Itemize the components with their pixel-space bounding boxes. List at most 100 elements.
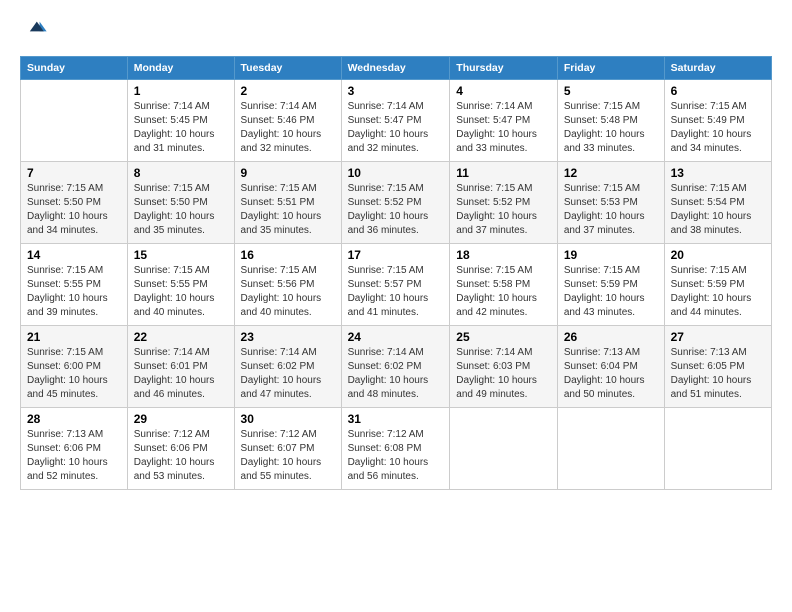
day-number: 18: [456, 248, 551, 262]
day-info: Sunrise: 7:14 AMSunset: 5:46 PMDaylight:…: [241, 100, 335, 156]
day-number: 29: [134, 412, 228, 426]
day-cell: 13 Sunrise: 7:15 AMSunset: 5:54 PMDaylig…: [664, 162, 771, 244]
day-cell: 7 Sunrise: 7:15 AMSunset: 5:50 PMDayligh…: [21, 162, 128, 244]
day-cell: 20 Sunrise: 7:15 AMSunset: 5:59 PMDaylig…: [664, 244, 771, 326]
day-info: Sunrise: 7:15 AMSunset: 5:56 PMDaylight:…: [241, 264, 335, 320]
day-cell: 22 Sunrise: 7:14 AMSunset: 6:01 PMDaylig…: [127, 326, 234, 408]
day-number: 16: [241, 248, 335, 262]
day-info: Sunrise: 7:15 AMSunset: 5:50 PMDaylight:…: [134, 182, 228, 238]
day-cell: [450, 408, 558, 490]
header-saturday: Saturday: [664, 57, 771, 80]
day-cell: 3 Sunrise: 7:14 AMSunset: 5:47 PMDayligh…: [341, 80, 450, 162]
day-cell: 12 Sunrise: 7:15 AMSunset: 5:53 PMDaylig…: [557, 162, 664, 244]
day-info: Sunrise: 7:14 AMSunset: 5:45 PMDaylight:…: [134, 100, 228, 156]
day-number: 31: [348, 412, 444, 426]
day-number: 28: [27, 412, 121, 426]
main-container: SundayMondayTuesdayWednesdayThursdayFrid…: [0, 0, 792, 502]
day-info: Sunrise: 7:15 AMSunset: 5:59 PMDaylight:…: [671, 264, 765, 320]
day-cell: 27 Sunrise: 7:13 AMSunset: 6:05 PMDaylig…: [664, 326, 771, 408]
day-number: 30: [241, 412, 335, 426]
day-cell: 25 Sunrise: 7:14 AMSunset: 6:03 PMDaylig…: [450, 326, 558, 408]
header-tuesday: Tuesday: [234, 57, 341, 80]
day-cell: 4 Sunrise: 7:14 AMSunset: 5:47 PMDayligh…: [450, 80, 558, 162]
header-row: SundayMondayTuesdayWednesdayThursdayFrid…: [21, 57, 772, 80]
header: [20, 16, 772, 44]
week-row-4: 21 Sunrise: 7:15 AMSunset: 6:00 PMDaylig…: [21, 326, 772, 408]
day-cell: 6 Sunrise: 7:15 AMSunset: 5:49 PMDayligh…: [664, 80, 771, 162]
day-info: Sunrise: 7:12 AMSunset: 6:08 PMDaylight:…: [348, 428, 444, 484]
day-number: 11: [456, 166, 551, 180]
day-number: 27: [671, 330, 765, 344]
day-number: 3: [348, 84, 444, 98]
day-info: Sunrise: 7:13 AMSunset: 6:06 PMDaylight:…: [27, 428, 121, 484]
header-monday: Monday: [127, 57, 234, 80]
day-cell: 5 Sunrise: 7:15 AMSunset: 5:48 PMDayligh…: [557, 80, 664, 162]
day-number: 25: [456, 330, 551, 344]
day-info: Sunrise: 7:14 AMSunset: 6:03 PMDaylight:…: [456, 346, 551, 402]
day-cell: 21 Sunrise: 7:15 AMSunset: 6:00 PMDaylig…: [21, 326, 128, 408]
day-cell: 24 Sunrise: 7:14 AMSunset: 6:02 PMDaylig…: [341, 326, 450, 408]
week-row-5: 28 Sunrise: 7:13 AMSunset: 6:06 PMDaylig…: [21, 408, 772, 490]
logo: [20, 16, 52, 44]
day-info: Sunrise: 7:14 AMSunset: 5:47 PMDaylight:…: [348, 100, 444, 156]
day-info: Sunrise: 7:15 AMSunset: 5:53 PMDaylight:…: [564, 182, 658, 238]
day-number: 6: [671, 84, 765, 98]
day-number: 22: [134, 330, 228, 344]
day-number: 24: [348, 330, 444, 344]
day-number: 12: [564, 166, 658, 180]
day-cell: 1 Sunrise: 7:14 AMSunset: 5:45 PMDayligh…: [127, 80, 234, 162]
day-number: 14: [27, 248, 121, 262]
day-info: Sunrise: 7:12 AMSunset: 6:06 PMDaylight:…: [134, 428, 228, 484]
day-number: 2: [241, 84, 335, 98]
day-info: Sunrise: 7:14 AMSunset: 6:02 PMDaylight:…: [241, 346, 335, 402]
day-number: 7: [27, 166, 121, 180]
day-cell: 2 Sunrise: 7:14 AMSunset: 5:46 PMDayligh…: [234, 80, 341, 162]
day-info: Sunrise: 7:15 AMSunset: 5:50 PMDaylight:…: [27, 182, 121, 238]
day-cell: 14 Sunrise: 7:15 AMSunset: 5:55 PMDaylig…: [21, 244, 128, 326]
logo-icon: [20, 16, 48, 44]
day-info: Sunrise: 7:15 AMSunset: 5:48 PMDaylight:…: [564, 100, 658, 156]
day-number: 19: [564, 248, 658, 262]
calendar-table: SundayMondayTuesdayWednesdayThursdayFrid…: [20, 56, 772, 490]
day-info: Sunrise: 7:15 AMSunset: 5:52 PMDaylight:…: [348, 182, 444, 238]
day-cell: 8 Sunrise: 7:15 AMSunset: 5:50 PMDayligh…: [127, 162, 234, 244]
week-row-2: 7 Sunrise: 7:15 AMSunset: 5:50 PMDayligh…: [21, 162, 772, 244]
day-info: Sunrise: 7:14 AMSunset: 6:02 PMDaylight:…: [348, 346, 444, 402]
day-info: Sunrise: 7:14 AMSunset: 6:01 PMDaylight:…: [134, 346, 228, 402]
day-info: Sunrise: 7:13 AMSunset: 6:05 PMDaylight:…: [671, 346, 765, 402]
day-number: 23: [241, 330, 335, 344]
header-thursday: Thursday: [450, 57, 558, 80]
day-cell: 26 Sunrise: 7:13 AMSunset: 6:04 PMDaylig…: [557, 326, 664, 408]
day-number: 15: [134, 248, 228, 262]
day-info: Sunrise: 7:12 AMSunset: 6:07 PMDaylight:…: [241, 428, 335, 484]
day-info: Sunrise: 7:15 AMSunset: 5:51 PMDaylight:…: [241, 182, 335, 238]
day-info: Sunrise: 7:15 AMSunset: 5:54 PMDaylight:…: [671, 182, 765, 238]
day-info: Sunrise: 7:15 AMSunset: 5:58 PMDaylight:…: [456, 264, 551, 320]
day-number: 20: [671, 248, 765, 262]
day-cell: [664, 408, 771, 490]
day-cell: 23 Sunrise: 7:14 AMSunset: 6:02 PMDaylig…: [234, 326, 341, 408]
day-cell: 19 Sunrise: 7:15 AMSunset: 5:59 PMDaylig…: [557, 244, 664, 326]
day-number: 9: [241, 166, 335, 180]
day-cell: [21, 80, 128, 162]
day-cell: 18 Sunrise: 7:15 AMSunset: 5:58 PMDaylig…: [450, 244, 558, 326]
header-wednesday: Wednesday: [341, 57, 450, 80]
day-number: 5: [564, 84, 658, 98]
day-info: Sunrise: 7:15 AMSunset: 5:52 PMDaylight:…: [456, 182, 551, 238]
day-info: Sunrise: 7:13 AMSunset: 6:04 PMDaylight:…: [564, 346, 658, 402]
day-cell: 29 Sunrise: 7:12 AMSunset: 6:06 PMDaylig…: [127, 408, 234, 490]
day-number: 10: [348, 166, 444, 180]
day-cell: 17 Sunrise: 7:15 AMSunset: 5:57 PMDaylig…: [341, 244, 450, 326]
day-info: Sunrise: 7:15 AMSunset: 5:55 PMDaylight:…: [27, 264, 121, 320]
day-number: 13: [671, 166, 765, 180]
week-row-3: 14 Sunrise: 7:15 AMSunset: 5:55 PMDaylig…: [21, 244, 772, 326]
day-info: Sunrise: 7:15 AMSunset: 5:57 PMDaylight:…: [348, 264, 444, 320]
header-friday: Friday: [557, 57, 664, 80]
day-cell: 30 Sunrise: 7:12 AMSunset: 6:07 PMDaylig…: [234, 408, 341, 490]
day-cell: 9 Sunrise: 7:15 AMSunset: 5:51 PMDayligh…: [234, 162, 341, 244]
day-cell: [557, 408, 664, 490]
day-cell: 15 Sunrise: 7:15 AMSunset: 5:55 PMDaylig…: [127, 244, 234, 326]
day-number: 8: [134, 166, 228, 180]
week-row-1: 1 Sunrise: 7:14 AMSunset: 5:45 PMDayligh…: [21, 80, 772, 162]
day-info: Sunrise: 7:15 AMSunset: 5:55 PMDaylight:…: [134, 264, 228, 320]
